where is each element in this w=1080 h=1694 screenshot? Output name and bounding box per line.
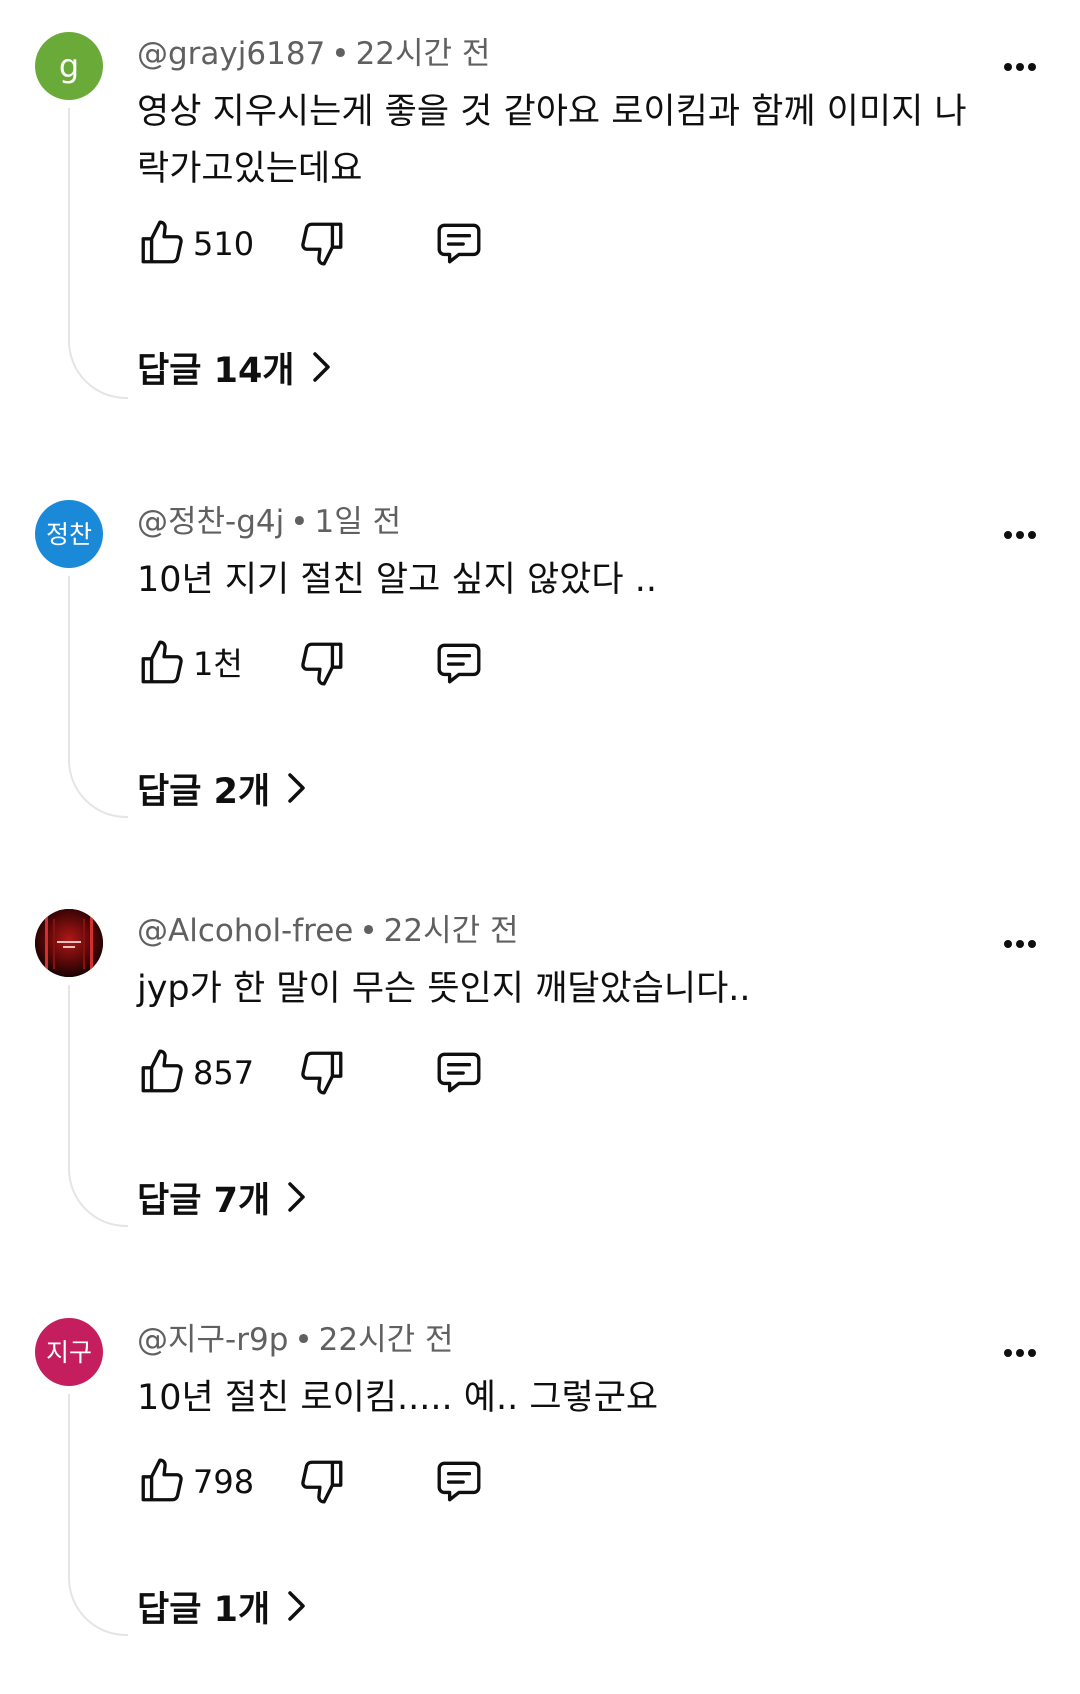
view-replies-button[interactable]: 답글 7개 xyxy=(137,1171,310,1223)
avatar[interactable]: g xyxy=(35,32,103,100)
view-replies-button[interactable]: 답글 14개 xyxy=(137,341,335,393)
view-replies-button[interactable]: 답글 1개 xyxy=(137,1580,310,1632)
comment-text: 10년 절친 로이킴..... 예.. 그렇군요 xyxy=(137,1378,659,1418)
thumbs-up-icon[interactable] xyxy=(137,1456,187,1506)
comment-time[interactable]: 22시간 전 xyxy=(319,1322,454,1358)
comment-meta: @지구-r9p • 22시간 전 xyxy=(137,1318,454,1362)
comment-icon[interactable] xyxy=(434,1456,484,1506)
like-count: 798 xyxy=(193,1463,255,1501)
thread-connector xyxy=(68,985,128,1227)
meta-separator: • xyxy=(359,913,378,949)
view-replies-button[interactable]: 답글 2개 xyxy=(137,762,310,814)
thumbs-up-icon[interactable] xyxy=(137,638,187,688)
comment-actions: 510 xyxy=(137,218,637,274)
like-count: 1천 xyxy=(193,645,243,683)
comment-icon[interactable] xyxy=(434,1047,484,1097)
chevron-right-icon xyxy=(288,1591,305,1621)
thumbs-down-icon[interactable] xyxy=(297,218,347,268)
avatar-image xyxy=(35,909,103,977)
comment-author[interactable]: @지구-r9p xyxy=(137,1322,288,1358)
meta-separator: • xyxy=(294,1322,313,1358)
comment-icon[interactable] xyxy=(434,218,484,268)
more-horizontal-icon[interactable] xyxy=(1000,518,1040,552)
comment-item: g @grayj6187 • 22시간 전 영상 지우시는게 좋을 것 같아요 로이… xyxy=(0,0,1080,408)
comment-actions: 798 xyxy=(137,1456,637,1512)
avatar-initial: 정찬 xyxy=(45,519,92,549)
thumbs-down-icon[interactable] xyxy=(297,638,347,688)
thumbs-up-icon[interactable] xyxy=(137,1047,187,1097)
replies-count-label: 답글 14개 xyxy=(137,350,295,391)
replies-count-label: 답글 1개 xyxy=(137,1589,271,1630)
chevron-right-icon xyxy=(288,1182,305,1212)
comment-icon[interactable] xyxy=(434,638,484,688)
meta-separator: • xyxy=(331,36,350,72)
replies-count-label: 답글 2개 xyxy=(137,771,271,812)
more-horizontal-icon[interactable] xyxy=(1000,50,1040,84)
comment-time[interactable]: 22시간 전 xyxy=(384,913,519,949)
comment-author[interactable]: @정찬-g4j xyxy=(137,504,284,540)
comment-item: 정찬 @정찬-g4j • 1일 전 10년 지기 절친 알고 싶지 않았다 .. 1… xyxy=(0,468,1080,876)
avatar-initial: g xyxy=(58,47,80,85)
thread-connector xyxy=(68,1394,128,1636)
avatar[interactable] xyxy=(35,909,103,977)
comment-time[interactable]: 1일 전 xyxy=(315,504,402,540)
comment-text: 10년 지기 절친 알고 싶지 않았다 .. xyxy=(137,560,657,600)
avatar-initial: 지구 xyxy=(45,1337,92,1367)
comment-item: 지구 @지구-r9p • 22시간 전 10년 절친 로이킴..... 예.. 그렇… xyxy=(0,1286,1080,1694)
meta-separator: • xyxy=(290,504,309,540)
comment-actions: 1천 xyxy=(137,638,637,694)
chevron-right-icon xyxy=(312,352,330,382)
thread-connector xyxy=(68,108,128,399)
comment-author[interactable]: @Alcohol-free xyxy=(137,913,353,949)
more-horizontal-icon[interactable] xyxy=(1000,1336,1040,1370)
chevron-right-icon xyxy=(288,773,305,803)
thumbs-up-icon[interactable] xyxy=(137,218,187,268)
thumbs-down-icon[interactable] xyxy=(297,1456,347,1506)
comment-meta: @정찬-g4j • 1일 전 xyxy=(137,500,401,544)
more-horizontal-icon[interactable] xyxy=(1000,927,1040,961)
like-count: 857 xyxy=(193,1054,255,1092)
thumbs-down-icon[interactable] xyxy=(297,1047,347,1097)
comment-item: @Alcohol-free • 22시간 전 jyp가 한 말이 무슨 뜻인지 깨달… xyxy=(0,877,1080,1285)
comment-text: jyp가 한 말이 무슨 뜻인지 깨달았습니다.. xyxy=(137,969,751,1009)
comment-text: 영상 지우시는게 좋을 것 같아요 로이킴과 함께 이미지 나락가고있는데요 xyxy=(137,92,967,189)
avatar[interactable]: 지구 xyxy=(35,1318,103,1386)
comment-meta: @Alcohol-free • 22시간 전 xyxy=(137,909,519,953)
like-count: 510 xyxy=(193,225,255,263)
comment-time[interactable]: 22시간 전 xyxy=(356,36,491,72)
comment-meta: @grayj6187 • 22시간 전 xyxy=(137,32,490,76)
replies-count-label: 답글 7개 xyxy=(137,1180,271,1221)
comment-actions: 857 xyxy=(137,1047,637,1103)
avatar[interactable]: 정찬 xyxy=(35,500,103,568)
thread-connector xyxy=(68,576,128,818)
comment-author[interactable]: @grayj6187 xyxy=(137,36,325,72)
